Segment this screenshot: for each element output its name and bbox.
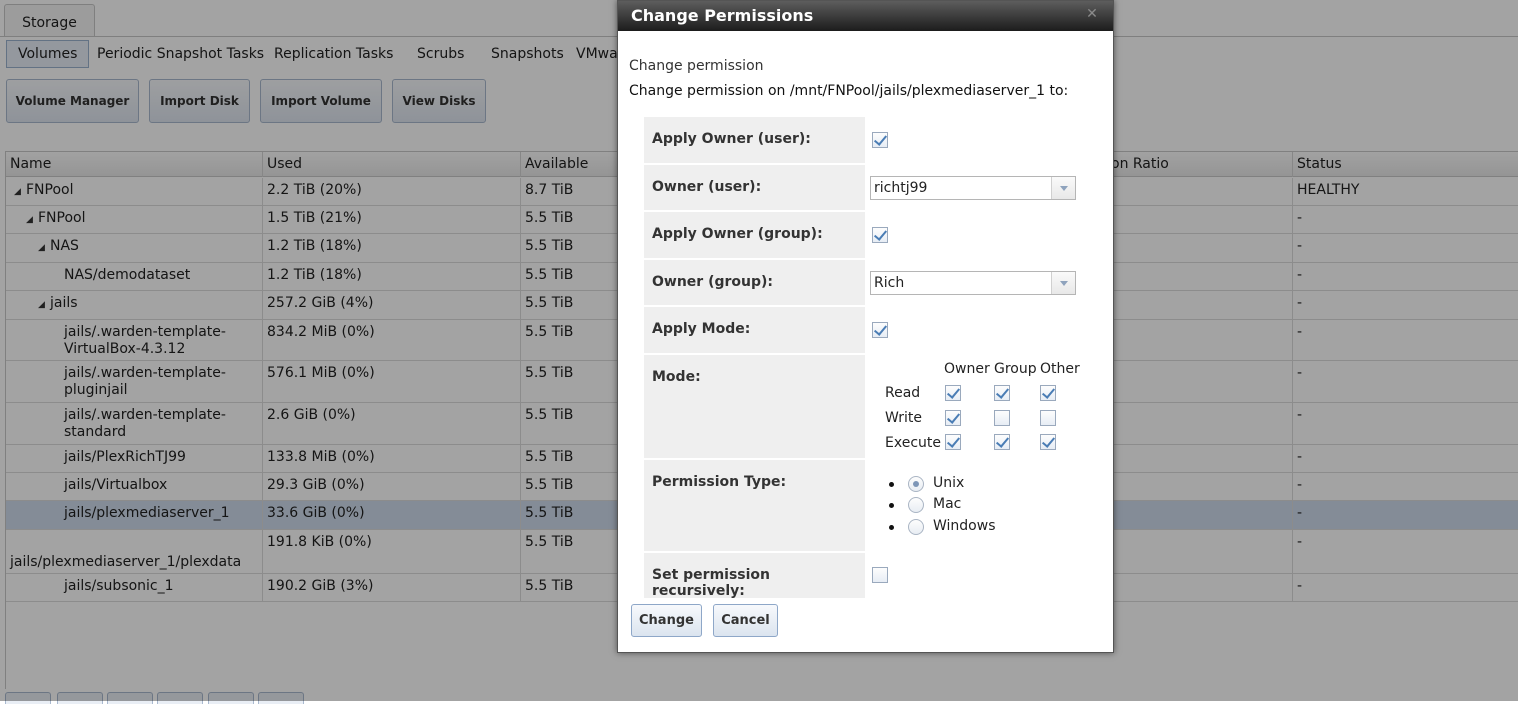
bullet-icon xyxy=(889,525,894,530)
bullet-icon xyxy=(889,482,894,487)
owner-user-value: richtj99 xyxy=(869,165,1078,210)
permission-type-row: Permission Type: Unix Mac Windows xyxy=(644,460,1078,551)
apply-owner-group-row: Apply Owner (group): xyxy=(644,212,1078,258)
chevron-down-icon[interactable] xyxy=(1051,177,1075,199)
apply-owner-user-label: Apply Owner (user): xyxy=(644,117,865,163)
apply-owner-group-checkbox[interactable] xyxy=(872,227,888,243)
permission-type-options: Unix Mac Windows xyxy=(869,460,1078,551)
owner-user-select[interactable]: richtj99 xyxy=(870,176,1076,200)
cancel-button[interactable]: Cancel xyxy=(713,604,778,637)
unix-radio[interactable] xyxy=(908,476,924,492)
apply-owner-user-value xyxy=(869,117,1078,163)
mode-read-other-checkbox[interactable] xyxy=(1040,385,1056,401)
mode-label: Mode: xyxy=(644,355,865,458)
windows-radio[interactable] xyxy=(908,519,924,535)
apply-mode-checkbox[interactable] xyxy=(872,322,888,338)
owner-user-label: Owner (user): xyxy=(644,165,865,210)
owner-group-selected: Rich xyxy=(874,275,905,291)
mode-row-execute: Execute xyxy=(885,435,941,451)
change-button[interactable]: Change xyxy=(631,604,702,637)
mode-row-write: Write xyxy=(885,410,922,426)
recursive-label: Set permission recursively: xyxy=(644,553,865,599)
owner-group-value: Rich xyxy=(869,260,1078,305)
dialog-subtitle: Change permission on /mnt/FNPool/jails/p… xyxy=(629,83,1069,99)
unix-label: Unix xyxy=(933,475,965,491)
apply-mode-row: Apply Mode: xyxy=(644,307,1078,353)
mode-write-other-checkbox[interactable] xyxy=(1040,410,1056,426)
apply-mode-label: Apply Mode: xyxy=(644,307,865,353)
owner-user-row: Owner (user): richtj99 xyxy=(644,165,1078,210)
change-permissions-dialog: Change Permissions ✕ Change permission C… xyxy=(617,0,1114,653)
mode-read-group-checkbox[interactable] xyxy=(994,385,1010,401)
permission-type-label: Permission Type: xyxy=(644,460,865,551)
mode-execute-group-checkbox[interactable] xyxy=(994,434,1010,450)
close-icon[interactable]: ✕ xyxy=(1085,7,1099,21)
mode-row-read: Read xyxy=(885,385,921,401)
mode-execute-other-checkbox[interactable] xyxy=(1040,434,1056,450)
windows-label: Windows xyxy=(933,518,996,534)
bullet-icon xyxy=(889,503,894,508)
recursive-checkbox[interactable] xyxy=(872,567,888,583)
apply-owner-user-row: Apply Owner (user): xyxy=(644,117,1078,163)
chevron-down-icon[interactable] xyxy=(1051,272,1075,294)
apply-owner-user-checkbox[interactable] xyxy=(872,132,888,148)
mac-label: Mac xyxy=(933,496,962,512)
mode-col-other: Other xyxy=(1040,361,1080,377)
dialog-title: Change Permissions xyxy=(631,6,814,25)
mode-grid: Owner Group Other Read Write Execute xyxy=(869,355,1080,458)
mode-write-group-checkbox[interactable] xyxy=(994,410,1010,426)
owner-group-select[interactable]: Rich xyxy=(870,271,1076,295)
mode-write-owner-checkbox[interactable] xyxy=(945,410,961,426)
mode-row: Mode: Owner Group Other Read Write Execu… xyxy=(644,355,1080,458)
mode-read-owner-checkbox[interactable] xyxy=(945,385,961,401)
mode-col-group: Group xyxy=(994,361,1037,377)
mac-radio[interactable] xyxy=(908,497,924,513)
recursive-value xyxy=(869,553,1078,598)
mode-execute-owner-checkbox[interactable] xyxy=(945,434,961,450)
owner-group-row: Owner (group): Rich xyxy=(644,260,1078,305)
apply-owner-group-label: Apply Owner (group): xyxy=(644,212,865,258)
apply-mode-value xyxy=(869,307,1078,353)
mode-col-owner: Owner xyxy=(944,361,990,377)
dialog-titlebar: Change Permissions ✕ xyxy=(618,1,1113,31)
recursive-row: Set permission recursively: xyxy=(644,553,1078,599)
apply-owner-group-value xyxy=(869,212,1078,258)
dialog-heading: Change permission xyxy=(629,58,764,74)
owner-group-label: Owner (group): xyxy=(644,260,865,305)
owner-user-selected: richtj99 xyxy=(874,180,928,196)
